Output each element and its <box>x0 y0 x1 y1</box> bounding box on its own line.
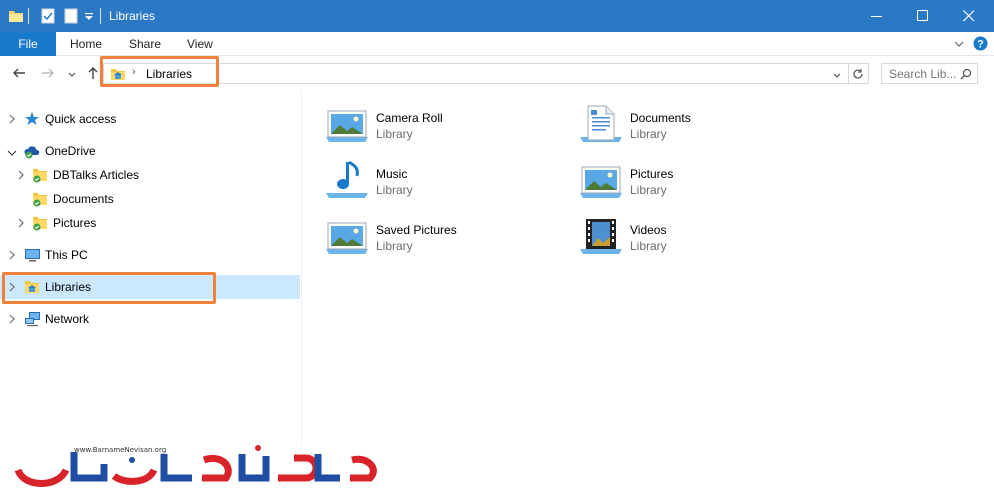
library-tile-documents[interactable]: Documents Library <box>578 105 818 155</box>
properties-icon[interactable] <box>40 8 56 27</box>
content-pane: Camera Roll Library Documents Library Mu… <box>301 89 994 444</box>
forward-arrow-icon[interactable] <box>40 65 56 84</box>
help-icon[interactable]: ? <box>973 36 988 54</box>
library-tile-camera-roll[interactable]: Camera Roll Library <box>324 105 564 155</box>
window-title: Libraries <box>109 9 156 23</box>
expand-ribbon-icon[interactable] <box>953 38 965 52</box>
search-box[interactable] <box>881 63 978 84</box>
maximize-icon <box>917 10 928 21</box>
nav-item-onedrive[interactable]: OneDrive <box>0 139 300 163</box>
tab-file[interactable]: File <box>0 32 56 56</box>
title-bar: Libraries <box>0 0 994 32</box>
new-folder-icon[interactable] <box>63 8 79 27</box>
logo-graphic <box>14 445 377 487</box>
library-name: Saved Pictures <box>376 223 457 237</box>
nav-label: OneDrive <box>45 144 96 158</box>
star-icon <box>24 111 40 130</box>
nav-item-quick-access[interactable]: Quick access <box>0 107 300 131</box>
library-type: Library <box>630 239 667 253</box>
expand-chevron-icon[interactable] <box>17 169 25 183</box>
computer-icon <box>24 247 41 266</box>
refresh-button[interactable] <box>848 63 869 84</box>
watermark-url: www.BarnameNevisan.org <box>74 446 167 454</box>
nav-item-documents[interactable]: Documents <box>0 187 300 211</box>
minimize-icon <box>871 16 882 17</box>
nav-item-pictures[interactable]: Pictures <box>0 211 300 235</box>
maximize-button[interactable] <box>900 0 946 32</box>
expand-chevron-icon[interactable] <box>17 217 25 231</box>
minimize-button[interactable] <box>854 0 900 32</box>
nav-item-dbtalks-articles[interactable]: DBTalks Articles <box>0 163 300 187</box>
library-name: Documents <box>630 111 691 125</box>
search-icon[interactable] <box>960 68 972 80</box>
refresh-icon <box>853 69 863 79</box>
pictures-library-icon <box>578 161 624 204</box>
tab-share[interactable]: Share <box>129 32 161 56</box>
saved-pictures-library-icon <box>324 217 370 260</box>
music-library-icon <box>324 160 370 204</box>
tab-home[interactable]: Home <box>70 32 102 56</box>
nav-label: Network <box>45 312 90 326</box>
navigation-pane: Quick access OneDrive DBTalks Articles D… <box>0 89 300 444</box>
barnamenevisan-logo: www.BarnameNevisan.org <box>14 440 386 492</box>
library-type: Library <box>630 127 667 141</box>
close-button[interactable] <box>946 0 992 32</box>
nav-label: This PC <box>45 248 88 262</box>
customize-toolbar-dropdown-icon[interactable] <box>84 11 94 25</box>
library-tile-pictures[interactable]: Pictures Library <box>578 161 818 211</box>
expand-chevron-icon[interactable] <box>8 313 16 327</box>
expand-chevron-icon[interactable] <box>8 113 16 127</box>
library-tile-music[interactable]: Music Library <box>324 160 564 211</box>
library-name: Music <box>376 167 408 181</box>
synced-folder-icon <box>32 191 48 210</box>
recent-locations-icon[interactable] <box>67 68 77 82</box>
up-arrow-icon[interactable] <box>85 65 101 84</box>
tab-view[interactable]: View <box>187 32 213 56</box>
synced-folder-icon <box>32 167 48 186</box>
onedrive-cloud-icon <box>24 143 41 162</box>
libraries-highlight-box <box>2 272 216 304</box>
svg-text:?: ? <box>977 39 984 51</box>
videos-library-icon <box>578 217 624 260</box>
library-type: Library <box>376 183 413 197</box>
nav-item-this-pc[interactable]: This PC <box>0 243 300 267</box>
synced-folder-icon <box>32 215 48 234</box>
network-icon <box>24 311 41 330</box>
expand-chevron-icon[interactable] <box>8 249 16 263</box>
address-highlight-box <box>100 56 219 87</box>
documents-library-icon <box>578 105 624 148</box>
search-input[interactable] <box>882 64 960 83</box>
library-tile-videos[interactable]: Videos Library <box>578 217 818 267</box>
nav-label: DBTalks Articles <box>53 168 140 182</box>
ribbon-tabs: File Home Share View ? <box>0 32 994 56</box>
camera-roll-library-icon <box>324 105 370 148</box>
nav-label: Pictures <box>53 216 97 230</box>
library-type: Library <box>376 127 413 141</box>
close-icon <box>963 10 975 22</box>
library-name: Videos <box>630 223 667 237</box>
nav-label: Quick access <box>45 112 117 126</box>
nav-item-network[interactable]: Network <box>0 307 300 331</box>
collapse-chevron-icon[interactable] <box>7 146 17 160</box>
library-tile-saved-pictures[interactable]: Saved Pictures Library <box>324 217 564 267</box>
library-name: Camera Roll <box>376 111 443 125</box>
library-type: Library <box>630 183 667 197</box>
folder-icon[interactable] <box>8 8 24 27</box>
library-type: Library <box>376 239 413 253</box>
back-arrow-icon[interactable] <box>11 65 27 84</box>
nav-label: Documents <box>53 192 114 206</box>
address-history-dropdown-icon[interactable] <box>832 69 842 83</box>
library-name: Pictures <box>630 167 674 181</box>
